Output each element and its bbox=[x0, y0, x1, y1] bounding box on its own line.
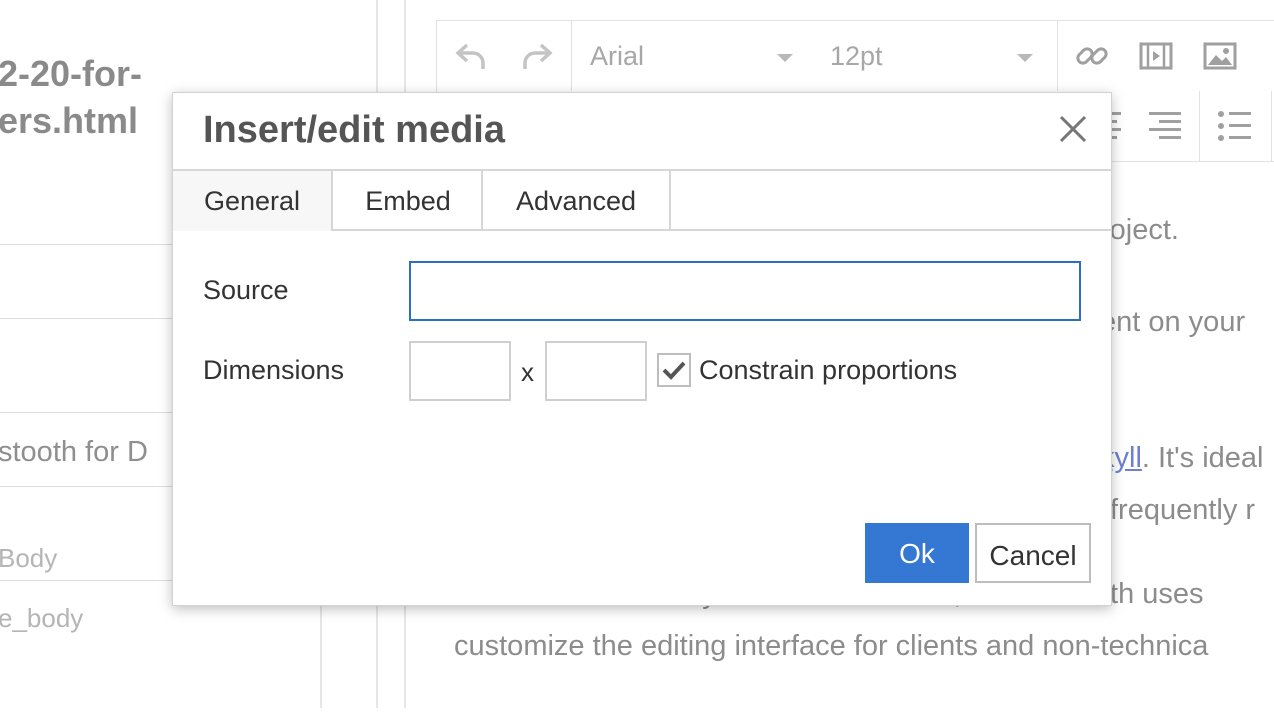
editor-paragraph-line[interactable]: frequently r bbox=[1110, 494, 1255, 527]
ok-button[interactable]: Ok bbox=[865, 523, 969, 583]
dimensions-label: Dimensions bbox=[203, 355, 345, 385]
insert-media-dialog: Insert/edit media General Embed Advanced… bbox=[172, 92, 1112, 606]
close-icon[interactable] bbox=[1055, 111, 1091, 147]
tab-embed[interactable]: Embed bbox=[331, 171, 483, 231]
text-field[interactable]: stooth for D bbox=[0, 436, 148, 469]
list-group bbox=[1199, 91, 1272, 161]
chevron-down-icon[interactable] bbox=[777, 54, 793, 62]
field-label-body-key: e_body bbox=[0, 603, 84, 633]
font-group: Arial 12pt bbox=[571, 21, 1058, 91]
dialog-title: Insert/edit media bbox=[203, 109, 505, 151]
editor-paragraph-line[interactable]: customize the editing interface for clie… bbox=[454, 630, 1208, 663]
insert-group bbox=[1057, 21, 1274, 91]
source-input[interactable] bbox=[409, 261, 1081, 321]
redo-icon[interactable] bbox=[521, 41, 553, 71]
undo-icon[interactable] bbox=[455, 41, 487, 71]
cancel-button[interactable]: Cancel bbox=[975, 523, 1091, 583]
link-icon[interactable] bbox=[1075, 39, 1109, 73]
source-label: Source bbox=[203, 275, 289, 305]
editor-paragraph-line[interactable]: kyll. It's ideal bbox=[1100, 442, 1263, 475]
height-input[interactable] bbox=[545, 341, 647, 401]
align-right-icon[interactable] bbox=[1147, 109, 1183, 143]
checkmark-icon bbox=[662, 361, 686, 380]
constrain-proportions-checkbox[interactable] bbox=[657, 353, 691, 387]
tab-advanced[interactable]: Advanced bbox=[481, 171, 669, 231]
width-input[interactable] bbox=[409, 341, 511, 401]
field-label-body: Body bbox=[0, 543, 58, 573]
editor-text-span: . It's ideal bbox=[1141, 442, 1264, 474]
bullet-list-icon[interactable] bbox=[1217, 109, 1253, 143]
filename-line-1: 2-20-for- bbox=[0, 53, 143, 94]
image-icon[interactable] bbox=[1203, 41, 1237, 71]
font-size-select[interactable]: 12pt bbox=[830, 41, 883, 72]
dimension-separator: x bbox=[521, 357, 534, 387]
divider bbox=[669, 171, 671, 231]
chevron-down-icon[interactable] bbox=[1017, 54, 1033, 62]
constrain-proportions-label[interactable]: Constrain proportions bbox=[699, 355, 957, 386]
font-family-select[interactable]: Arial bbox=[590, 41, 644, 72]
history-group bbox=[437, 21, 572, 91]
editor-paragraph-line[interactable]: ent on your bbox=[1100, 306, 1245, 339]
film-icon[interactable] bbox=[1139, 41, 1173, 71]
tab-general[interactable]: General bbox=[173, 171, 331, 231]
divider bbox=[669, 229, 1111, 231]
